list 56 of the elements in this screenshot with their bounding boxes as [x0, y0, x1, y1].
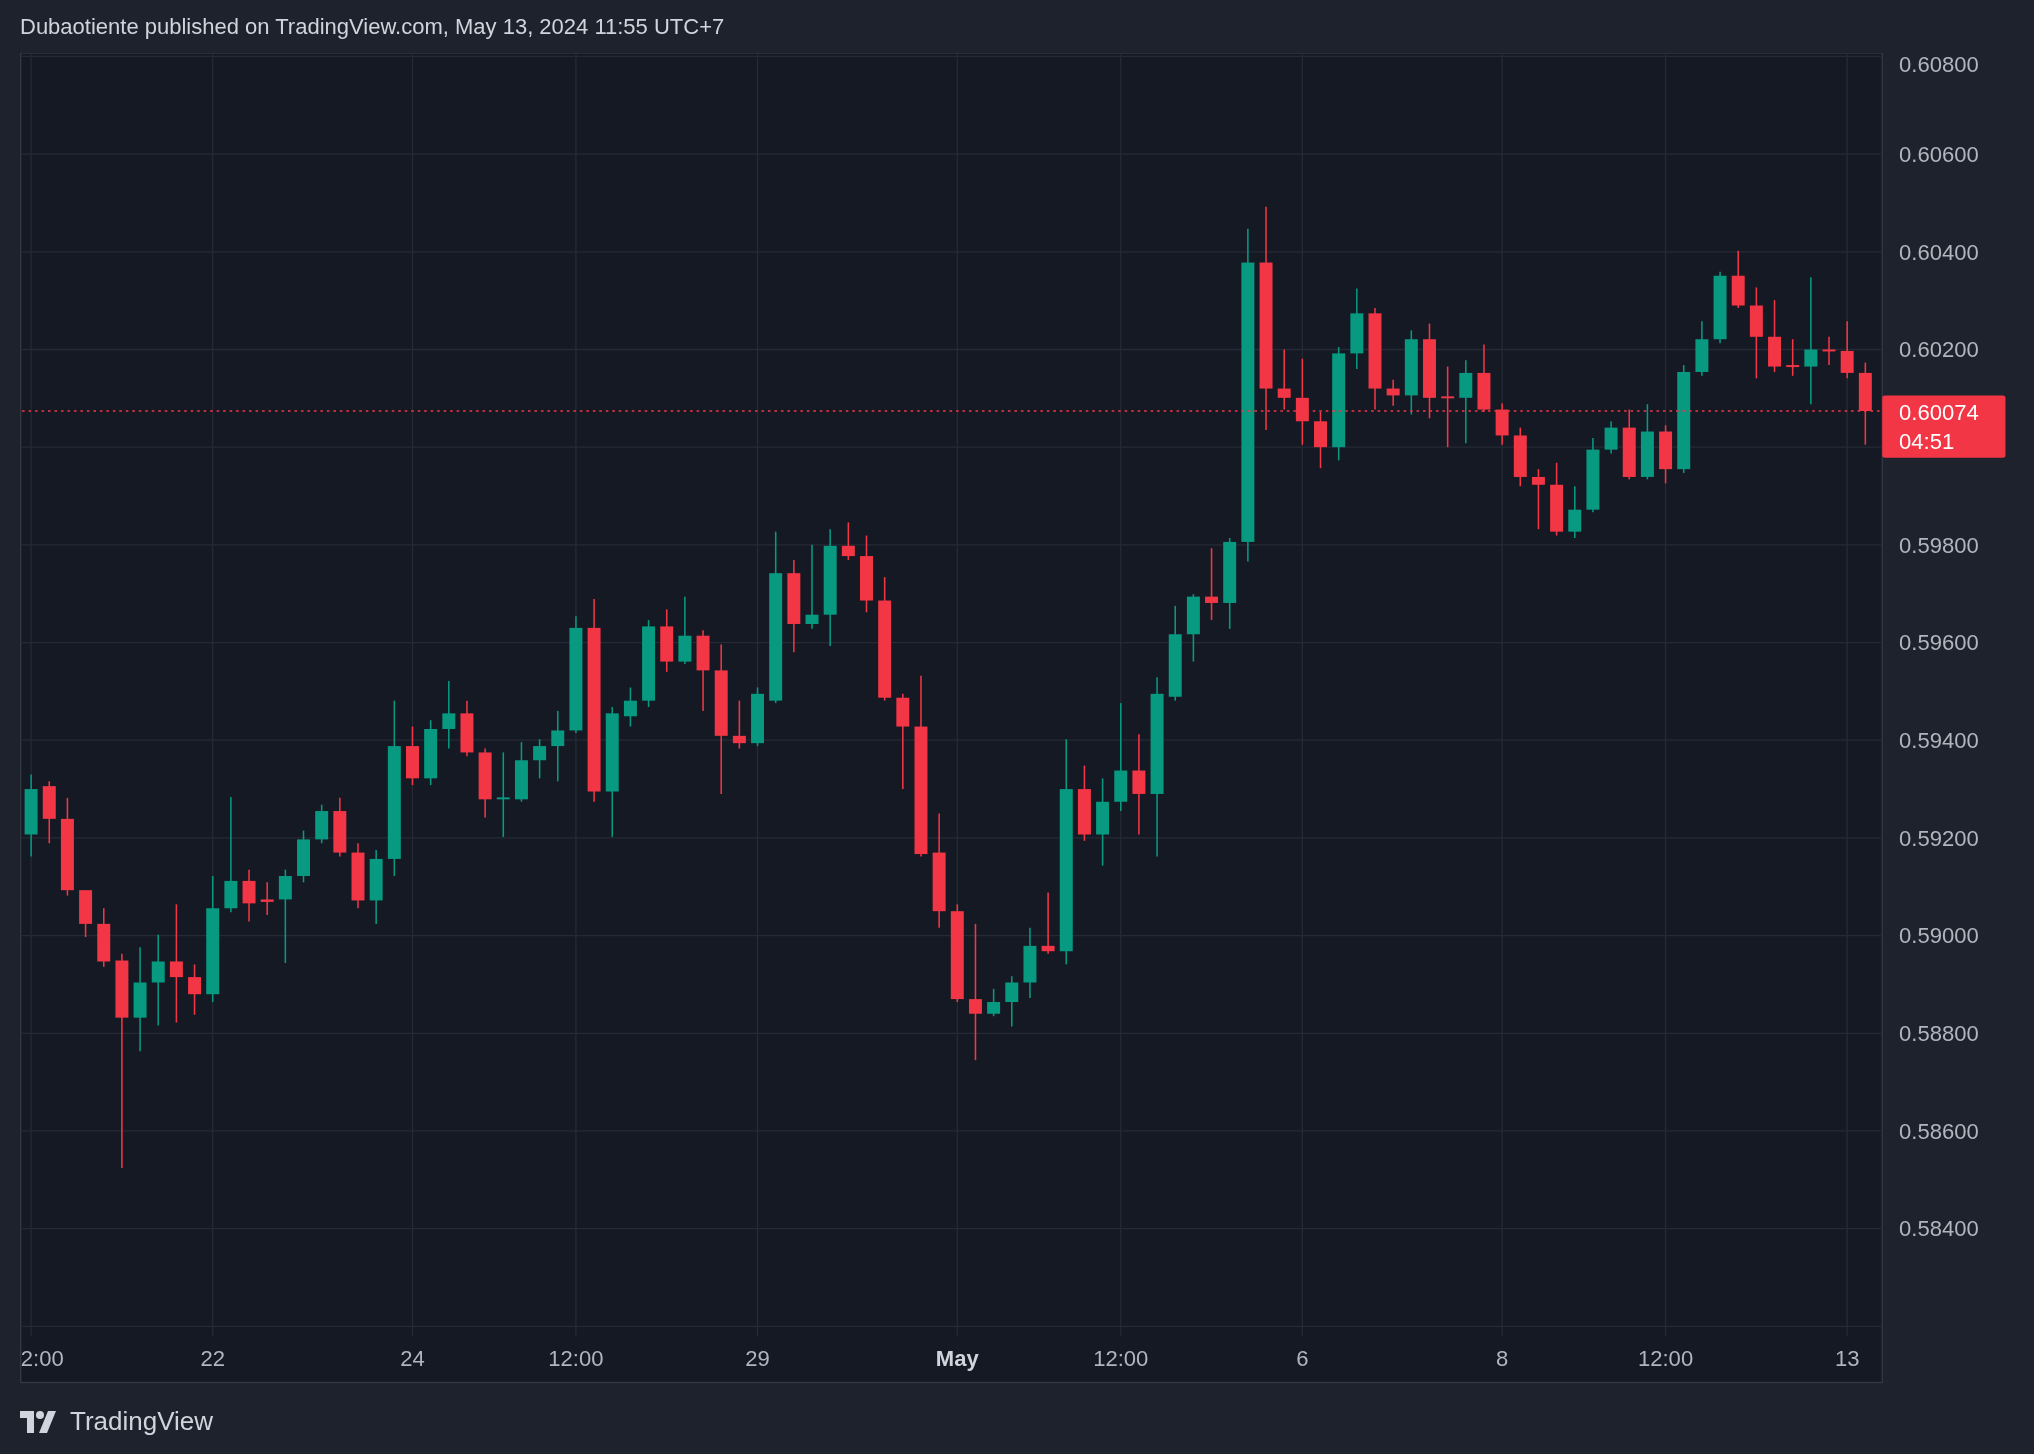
candlestick — [242, 868, 256, 923]
price-label: 0.58800 — [1899, 1021, 1979, 1047]
candlestick — [1205, 547, 1219, 621]
candlestick — [442, 680, 456, 750]
time-label: 12:00 — [1638, 1345, 1694, 1371]
candlestick — [1295, 357, 1309, 446]
brand-name: TradingView — [70, 1406, 214, 1437]
time-label: 29 — [745, 1345, 770, 1371]
time-label: 22 — [200, 1345, 225, 1371]
candlestick — [496, 751, 510, 838]
candlestick — [987, 988, 1001, 1017]
candlestick — [623, 686, 637, 728]
price-label: 0.58600 — [1899, 1118, 1979, 1144]
time-label: 12:00 — [548, 1345, 604, 1371]
price-label: 0.59800 — [1899, 532, 1979, 558]
time-label: 6 — [1296, 1345, 1309, 1371]
time-label: May — [935, 1345, 979, 1371]
candlestick — [968, 923, 982, 1061]
candlestick — [551, 710, 565, 783]
price-label: 0.59400 — [1899, 728, 1979, 753]
candlestick — [1132, 733, 1146, 836]
candlestick — [1822, 336, 1836, 366]
candlestick — [1840, 320, 1854, 380]
price-label: 0.59000 — [1899, 923, 1979, 949]
price-label: 0.60600 — [1899, 141, 1979, 167]
candlestick — [1568, 485, 1582, 539]
candlestick — [1277, 348, 1291, 411]
candlestick — [1041, 891, 1055, 955]
candlestick — [169, 903, 183, 1024]
price-label: 0.60800 — [1899, 53, 1979, 78]
candlestick — [278, 868, 292, 964]
price-badge: 0.60074 04:51 — [1882, 395, 2006, 458]
candlestick — [188, 963, 202, 1016]
price-label: 0.59200 — [1899, 825, 1979, 851]
candlestick — [1804, 276, 1818, 405]
candlestick — [1441, 365, 1455, 448]
price-label: 0.59600 — [1899, 630, 1979, 656]
price-label: 0.58400 — [1899, 1216, 1979, 1242]
candlestick — [533, 738, 547, 780]
time-label: 24 — [400, 1345, 425, 1371]
candlestick — [1005, 975, 1019, 1028]
candlestick — [1604, 420, 1618, 455]
candlestick — [1786, 338, 1800, 377]
candlestick — [841, 521, 855, 561]
time-label: 8 — [1496, 1345, 1509, 1371]
price-label: 0.60200 — [1899, 337, 1979, 363]
candlestick — [260, 881, 274, 916]
time-label: 2:00 — [20, 1345, 64, 1371]
candlestick — [151, 933, 165, 1027]
time-label: 12:00 — [1093, 1345, 1149, 1371]
candlestick — [732, 699, 746, 750]
publish-caption: Dubaotiente published on TradingView.com, May 13, 2024 11:55 UTC+7 — [20, 13, 725, 40]
candlestick — [1531, 468, 1545, 530]
candlestick — [805, 544, 819, 630]
time-label: 13 — [1834, 1345, 1860, 1371]
price-label: 0.60400 — [1899, 239, 1979, 265]
